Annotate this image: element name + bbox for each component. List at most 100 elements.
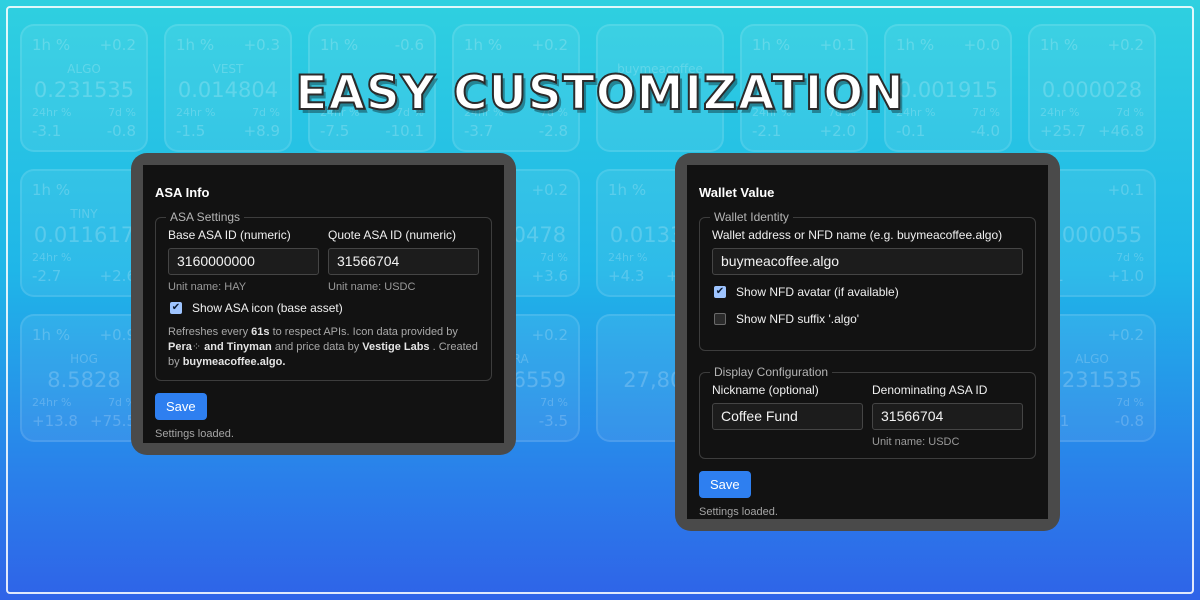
status-text: Settings loaded. [155,428,234,440]
nickname-input[interactable]: Coffee Fund [712,403,863,430]
suffix-checkbox[interactable] [714,313,726,325]
tile-h-text: 1h % [32,326,71,344]
tile-price-text: 8.5828 [47,368,121,392]
fieldset-legend: Wallet Identity [714,210,789,224]
tile-l2-text: 7d % [1116,396,1144,409]
nickname-label: Nickname (optional) [712,383,819,397]
base-asa-label: Base ASA ID (numeric) [168,228,291,242]
panel-title: Wallet Value [699,185,775,200]
background-price-tile: 1h % +0.9 HOG 8.5828 24hr % 7d % +13.8 +75.5 [20,314,148,442]
tile-d-text: +0.2 [531,181,568,199]
tile-v2-text: -0.8 [1114,412,1144,430]
tile-d-text: +0.1 [819,36,856,54]
tile-v2-text: -3.5 [538,412,568,430]
avatar-row: ✔ Show NFD avatar (if available) [712,285,1023,299]
background-price-tile: 1h % TINY 0.011617 24hr % -2.7 +2.6 [20,169,148,297]
tile-d-text: +0.3 [243,36,280,54]
asa-settings-fieldset: ASA Settings Base ASA ID (numeric) 31600… [155,210,492,381]
save-button[interactable]: Save [699,471,751,498]
denominating-unit-hint: Unit name: USDC [872,436,960,448]
tile-h-text: 1h % [464,36,503,54]
tile-h-text: 1h % [752,36,791,54]
save-button[interactable]: Save [155,393,207,420]
asa-info-panel-body: ASA Info ASA Settings Base ASA ID (numer… [143,165,504,443]
status-text: Settings loaded. [699,506,778,518]
tile-v2-text: -4.0 [970,122,1000,140]
vestige-link[interactable]: Vestige Labs [362,341,429,353]
pera-link[interactable]: Pera [168,341,192,353]
tile-h-text: 1h % [1040,36,1079,54]
creator-link[interactable]: buymeacoffee.algo. [183,356,286,368]
tile-d-text: -0.6 [394,36,424,54]
wallet-address-label: Wallet address or NFD name (e.g. buymeac… [712,228,1003,242]
tile-d-text: +0.2 [1107,36,1144,54]
tile-v1-text: -1.5 [176,122,206,140]
info-note: Refreshes every 61s to respect APIs. Ico… [168,325,479,370]
tile-h-text: 1h % [32,36,71,54]
tile-v1-text: +13.8 [32,412,78,430]
show-icon-label: Show ASA icon (base asset) [192,301,343,315]
tile-name-text: HOG [70,352,98,366]
tile-h-text: 1h % [32,181,71,199]
tile-v2-text: +3.6 [531,267,568,285]
check-mark-icon: ✔ [715,286,725,297]
asa-info-panel: ASA Info ASA Settings Base ASA ID (numer… [131,153,516,455]
tile-h-text: 1h % [608,181,647,199]
tile-v1-text: -3.1 [32,122,62,140]
avatar-label: Show NFD avatar (if available) [736,285,899,299]
check-mark-icon: ✔ [171,302,181,313]
tile-v2-text: -10.1 [385,122,424,140]
tile-d-text: +0.1 [1107,181,1144,199]
tile-v1-text: -2.1 [752,122,782,140]
fieldset-legend: Display Configuration [714,365,829,379]
tile-v2-text: -0.8 [106,122,136,140]
note-text: Refreshes every [168,326,252,338]
tile-v1-text: -3.7 [464,122,494,140]
wallet-value-panel-body: Wallet Value Wallet Identity Wallet addr… [687,165,1048,519]
show-icon-checkbox[interactable]: ✔ [170,302,182,314]
tile-price-text: 0.011617 [33,223,135,247]
fieldset-legend: ASA Settings [170,210,241,224]
tile-l2-text: 7d % [540,396,568,409]
denominating-asa-input[interactable]: 31566704 [872,403,1023,430]
denominating-asa-label: Denominating ASA ID [872,383,988,397]
tile-d-text: +0.2 [99,36,136,54]
tile-l2-text: 7d % [540,251,568,264]
note-text: to respect APIs. Icon data provided by [269,326,458,338]
tile-l2-text: 7d % [1116,251,1144,264]
base-unit-hint: Unit name: HAY [168,281,247,293]
tile-d-text: +0.0 [963,36,1000,54]
tile-v2-text: +46.8 [1098,122,1144,140]
tile-v2-text: +75.5 [90,412,136,430]
wallet-value-panel: Wallet Value Wallet Identity Wallet addr… [675,153,1060,531]
tile-h-text: 1h % [176,36,215,54]
tile-v1-text: -0.1 [896,122,926,140]
tile-v2-text: -2.8 [538,122,568,140]
tile-l1-text: 24hr % [32,396,72,409]
tile-d-text: +0.2 [531,326,568,344]
tile-l1-text: 24hr % [32,251,72,264]
quote-asa-input[interactable]: 31566704 [328,248,479,275]
wallet-address-input[interactable]: buymeacoffee.algo [712,248,1023,275]
tile-v1-text: +25.7 [1040,122,1086,140]
tile-v1-text: -7.5 [320,122,350,140]
tile-h-text: 1h % [320,36,359,54]
note-refresh-interval: 61s [251,326,270,338]
display-config-fieldset: Display Configuration Nickname (optional… [699,365,1036,459]
quote-unit-hint: Unit name: USDC [328,281,416,293]
tinyman-link[interactable]: and Tinyman [201,341,272,353]
headline: EASY CUSTOMIZATION [294,65,905,122]
tile-name-text: TINY [70,207,98,221]
tile-h-text: 1h % [896,36,935,54]
panel-title: ASA Info [155,185,210,200]
note-text: and price data by [271,341,363,353]
suffix-row: Show NFD suffix '.algo' [712,312,1023,326]
tile-d-text: +0.2 [1107,326,1144,344]
tile-v2-text: +1.0 [1107,267,1144,285]
show-icon-row: ✔ Show ASA icon (base asset) [168,301,479,315]
base-asa-input[interactable]: 3160000000 [168,248,319,275]
tile-d-text: +0.2 [531,36,568,54]
quote-asa-label: Quote ASA ID (numeric) [328,228,457,242]
tile-v2-text: +8.9 [243,122,280,140]
avatar-checkbox[interactable]: ✔ [714,286,726,298]
